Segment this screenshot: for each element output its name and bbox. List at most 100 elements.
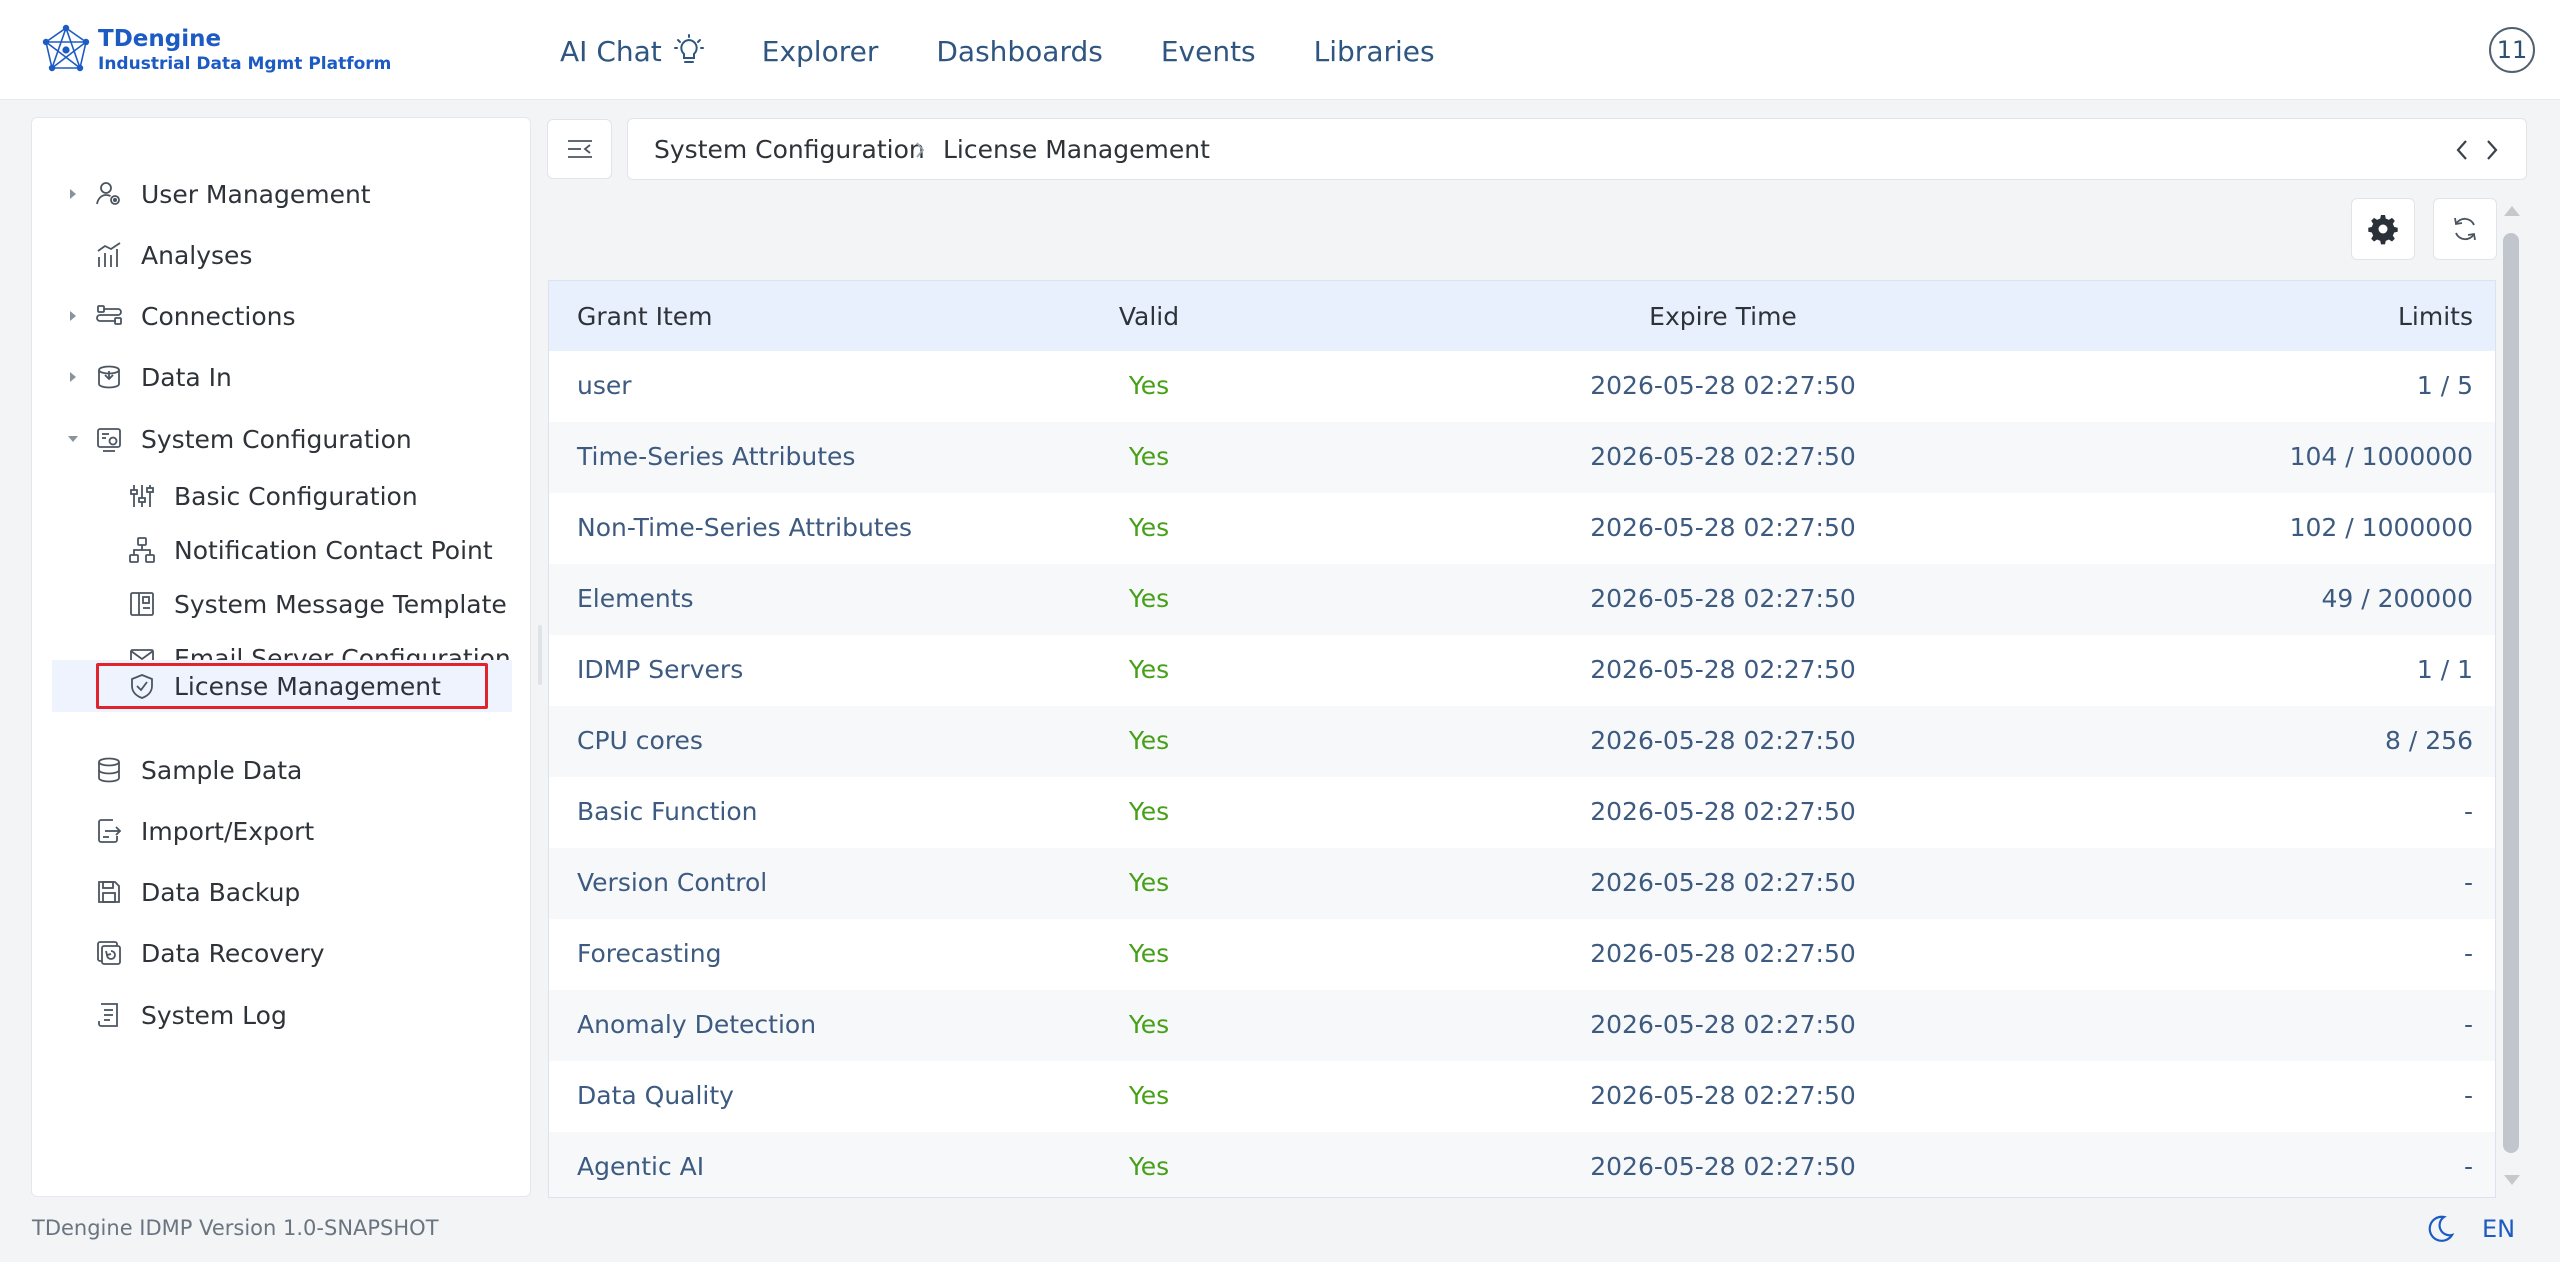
nav-events[interactable]: Events xyxy=(1161,35,1256,68)
table-header: Grant Item Valid Expire Time Limits xyxy=(549,281,2495,351)
column-header-grant-item: Grant Item xyxy=(577,302,713,331)
collapse-sidebar-button[interactable] xyxy=(547,119,612,179)
refresh-button[interactable] xyxy=(2433,198,2497,260)
caret-right-icon[interactable] xyxy=(66,309,80,323)
sidebar-item-label: User Management xyxy=(141,179,371,209)
table-row[interactable]: Forecasting Yes 2026-05-28 02:27:50 - xyxy=(549,919,2495,990)
sidebar-item-sample-data[interactable]: Sample Data xyxy=(32,744,530,796)
expire-time-cell-text: 2026-05-28 02:27:50 xyxy=(1590,1152,1856,1181)
table-row[interactable]: Elements Yes 2026-05-28 02:27:50 49 / 20… xyxy=(549,564,2495,635)
menu-collapse-icon xyxy=(567,140,592,158)
grant-item-cell: Basic Function xyxy=(577,797,758,826)
limits-cell: 1 / 1 xyxy=(2416,655,2473,684)
sidebar-item-system-configuration[interactable]: System Configuration xyxy=(32,413,530,465)
grant-item-cell: Non-Time-Series Attributes xyxy=(577,513,913,542)
caret-right-icon[interactable] xyxy=(66,370,80,384)
valid-cell-text: Yes xyxy=(1128,513,1170,542)
sidebar-item-analyses[interactable]: Analyses xyxy=(32,229,530,281)
limits-cell: 104 / 1000000 xyxy=(2289,442,2473,471)
sidebar-item-license-management[interactable]: License Management xyxy=(52,660,512,712)
database-icon xyxy=(94,755,124,785)
grant-item-cell: user xyxy=(577,371,632,400)
sidebar-item-label: Data Recovery xyxy=(141,938,325,968)
nav-ai-chat[interactable]: AI Chat xyxy=(560,34,704,68)
sidebar-item-system-message-template[interactable]: System Message Template xyxy=(32,578,530,630)
sidebar-item-connections[interactable]: Connections xyxy=(32,290,530,342)
expire-time-cell-text: 2026-05-28 02:27:50 xyxy=(1590,939,1856,968)
user-avatar-badge[interactable]: 11 xyxy=(2489,27,2535,73)
backup-icon xyxy=(94,877,124,907)
template-icon xyxy=(127,589,157,619)
breadcrumb-parent[interactable]: System Configuration xyxy=(654,135,925,164)
sidebar-item-notification-contact-point[interactable]: Notification Contact Point xyxy=(32,524,530,576)
logo-title: TDengine xyxy=(98,26,222,52)
sidebar-item-label: Basic Configuration xyxy=(174,481,418,511)
grant-item-cell: Anomaly Detection xyxy=(577,1010,817,1039)
tab-scroll-right-button[interactable] xyxy=(2478,134,2506,166)
limits-cell: 1 / 5 xyxy=(2416,371,2473,400)
limits-cell: - xyxy=(2463,797,2473,826)
recovery-icon xyxy=(94,938,124,968)
scroll-up-arrow[interactable] xyxy=(2504,206,2520,216)
resize-handle[interactable] xyxy=(538,625,542,685)
table-row[interactable]: Data Quality Yes 2026-05-28 02:27:50 - xyxy=(549,1061,2495,1132)
nav-explorer[interactable]: Explorer xyxy=(762,35,879,68)
tdengine-logo-icon xyxy=(42,24,90,72)
sidebar: User Management Analyses Connections Dat… xyxy=(31,117,531,1197)
limits-cell: - xyxy=(2463,1152,2473,1181)
system-config-icon xyxy=(94,424,124,454)
logo[interactable]: TDengine Industrial Data Mgmt Platform xyxy=(40,22,391,78)
tab-scroll-left-button[interactable] xyxy=(2448,134,2476,166)
network-icon xyxy=(127,535,157,565)
table-row[interactable]: Version Control Yes 2026-05-28 02:27:50 … xyxy=(549,848,2495,919)
limits-cell: - xyxy=(2463,1010,2473,1039)
table-row[interactable]: user Yes 2026-05-28 02:27:50 1 / 5 xyxy=(549,351,2495,422)
table-row[interactable]: Non-Time-Series Attributes Yes 2026-05-2… xyxy=(549,493,2495,564)
sidebar-item-label: Import/Export xyxy=(141,816,315,846)
column-header-limits: Limits xyxy=(2398,302,2473,331)
language-switch[interactable]: EN xyxy=(2482,1215,2515,1243)
table-row[interactable]: Anomaly Detection Yes 2026-05-28 02:27:5… xyxy=(549,990,2495,1061)
table-row[interactable]: IDMP Servers Yes 2026-05-28 02:27:50 1 /… xyxy=(549,635,2495,706)
analyses-chart-icon xyxy=(94,240,124,270)
lightbulb-icon xyxy=(673,34,704,63)
expire-time-cell-text: 2026-05-28 02:27:50 xyxy=(1590,1081,1856,1110)
scroll-down-arrow[interactable] xyxy=(2504,1175,2520,1185)
nav-dashboards[interactable]: Dashboards xyxy=(936,35,1103,68)
column-header-valid-label: Valid xyxy=(1118,302,1180,331)
limits-cell: 8 / 256 xyxy=(2385,726,2473,755)
sidebar-item-data-in[interactable]: Data In xyxy=(32,351,530,403)
breadcrumb: System Configuration License Management xyxy=(627,118,2527,180)
table-row[interactable]: CPU cores Yes 2026-05-28 02:27:50 8 / 25… xyxy=(549,706,2495,777)
expire-time-cell-text: 2026-05-28 02:27:50 xyxy=(1590,797,1856,826)
grant-item-cell: Elements xyxy=(577,584,694,613)
vertical-scrollbar[interactable] xyxy=(2503,233,2519,1153)
caret-down-icon[interactable] xyxy=(66,432,80,446)
grant-item-cell: Time-Series Attributes xyxy=(577,442,856,471)
table-row[interactable]: Agentic AI Yes 2026-05-28 02:27:50 - xyxy=(549,1132,2495,1197)
nav-libraries[interactable]: Libraries xyxy=(1314,35,1435,68)
sidebar-item-system-log[interactable]: System Log xyxy=(32,989,530,1041)
grant-item-cell: Data Quality xyxy=(577,1081,734,1110)
limits-cell: - xyxy=(2463,939,2473,968)
chevron-right-icon xyxy=(2487,140,2498,160)
settings-button[interactable] xyxy=(2351,198,2415,260)
sidebar-item-import-export[interactable]: Import/Export xyxy=(32,805,530,857)
sidebar-item-label: Connections xyxy=(141,301,296,331)
valid-cell-text: Yes xyxy=(1128,655,1170,684)
caret-right-icon[interactable] xyxy=(66,187,80,201)
sidebar-item-basic-configuration[interactable]: Basic Configuration xyxy=(32,470,530,522)
table-row[interactable]: Basic Function Yes 2026-05-28 02:27:50 - xyxy=(549,777,2495,848)
gear-icon xyxy=(2368,215,2398,245)
expire-time-cell-text: 2026-05-28 02:27:50 xyxy=(1590,655,1856,684)
table-row[interactable]: Time-Series Attributes Yes 2026-05-28 02… xyxy=(549,422,2495,493)
main-nav: AI Chat Explorer Dashboards Events Libra… xyxy=(560,26,1493,76)
sidebar-item-data-recovery[interactable]: Data Recovery xyxy=(32,927,530,979)
moon-icon[interactable] xyxy=(2424,1213,2456,1245)
top-header: TDengine Industrial Data Mgmt Platform A… xyxy=(0,0,2560,100)
sidebar-item-data-backup[interactable]: Data Backup xyxy=(32,866,530,918)
sidebar-item-label: Data Backup xyxy=(141,877,301,907)
sidebar-item-label: License Management xyxy=(174,671,441,701)
sidebar-item-user-management[interactable]: User Management xyxy=(32,168,530,220)
expire-time-cell-text: 2026-05-28 02:27:50 xyxy=(1590,584,1856,613)
